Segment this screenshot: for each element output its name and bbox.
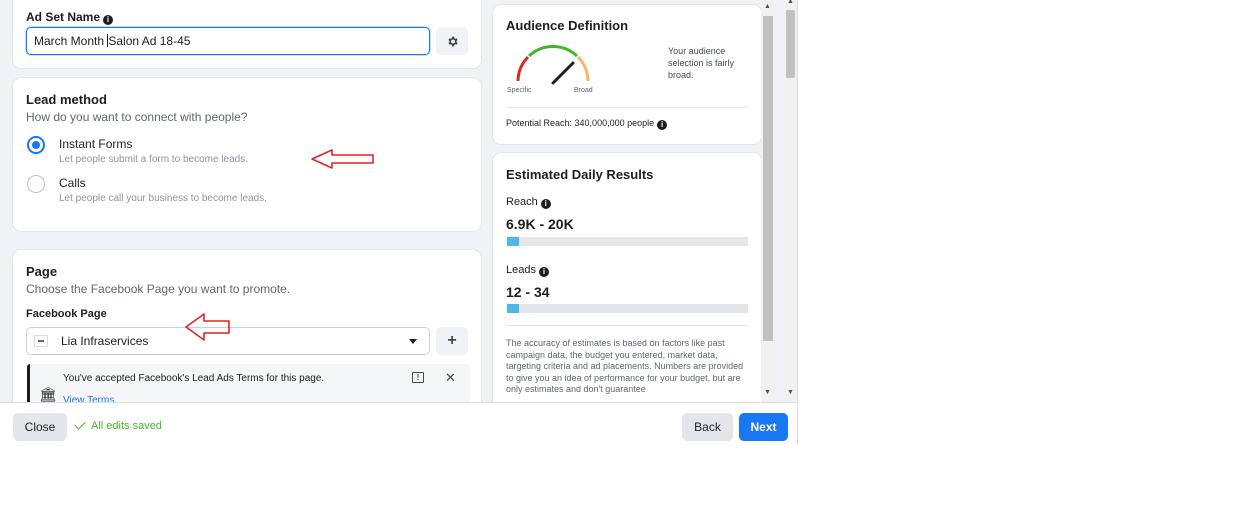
panel-scroll-thumb[interactable] bbox=[763, 16, 773, 341]
ad-set-editor: Ad Set Name i March Month Salon Ad 18-45 … bbox=[0, 0, 798, 444]
footer-bar: Close All edits saved Back Next bbox=[0, 402, 797, 444]
info-icon[interactable]: i bbox=[657, 120, 668, 130]
lead-method-card: Lead method How do you want to connect w… bbox=[13, 78, 481, 231]
add-page-button[interactable]: + bbox=[436, 327, 468, 355]
audience-title: Audience Definition bbox=[506, 18, 629, 33]
reach-label: Reach i bbox=[506, 196, 551, 209]
plus-icon: + bbox=[447, 332, 457, 349]
estimates-disclaimer: The accuracy of estimates is based on fa… bbox=[506, 338, 744, 394]
leads-label: Leads i bbox=[506, 264, 549, 277]
page-title: Page bbox=[26, 264, 58, 279]
page-avatar bbox=[34, 335, 48, 347]
info-icon[interactable]: i bbox=[538, 267, 549, 277]
close-button[interactable]: Close bbox=[13, 413, 67, 441]
audience-gauge bbox=[516, 45, 590, 85]
page-scrollbar[interactable]: ▲ ▼ bbox=[784, 0, 797, 402]
audience-definition-card: Audience Definition Specific Broad Your … bbox=[493, 5, 761, 144]
ad-set-name-label: Ad Set Name i bbox=[26, 8, 114, 26]
caret-down-icon bbox=[409, 339, 417, 344]
lead-method-subtitle: How do you want to connect with people? bbox=[26, 110, 248, 124]
estimates-divider bbox=[506, 325, 748, 326]
gauge-broad-label: Broad bbox=[574, 87, 593, 94]
audience-description: Your audience selection is fairly broad. bbox=[668, 46, 735, 80]
bank-icon: 🏛 bbox=[39, 386, 57, 402]
info-icon[interactable]: i bbox=[540, 199, 551, 209]
next-button[interactable]: Next bbox=[739, 413, 788, 441]
notice-text: You've accepted Facebook's Lead Ads Term… bbox=[63, 373, 325, 384]
reach-value: 6.9K - 20K bbox=[506, 216, 574, 232]
close-icon[interactable]: ✕ bbox=[445, 370, 456, 386]
gear-icon bbox=[447, 36, 458, 46]
reach-bar bbox=[507, 237, 748, 246]
feedback-icon[interactable]: ! bbox=[412, 372, 424, 383]
leads-value: 12 - 34 bbox=[506, 284, 550, 300]
scroll-down-arrow[interactable]: ▼ bbox=[764, 389, 771, 396]
page-scroll-thumb[interactable] bbox=[786, 10, 795, 78]
radio-button[interactable] bbox=[27, 175, 45, 193]
selected-page-name: Lia Infraservices bbox=[61, 334, 149, 348]
scroll-up-arrow[interactable]: ▲ bbox=[764, 3, 771, 10]
panel-scrollbar[interactable]: ▲ ▼ bbox=[761, 0, 775, 402]
ad-set-name-card: Ad Set Name i March Month Salon Ad 18-45 bbox=[13, 0, 481, 68]
info-icon[interactable]: i bbox=[103, 15, 114, 25]
scroll-down-arrow[interactable]: ▼ bbox=[787, 389, 794, 396]
leads-bar-fill bbox=[507, 304, 520, 313]
page-card: Page Choose the Facebook Page you want t… bbox=[13, 250, 481, 424]
page-subtitle: Choose the Facebook Page you want to pro… bbox=[26, 282, 291, 296]
back-button[interactable]: Back bbox=[682, 413, 733, 441]
lead-method-title: Lead method bbox=[26, 92, 107, 107]
checkmark-icon bbox=[74, 418, 86, 430]
estimated-daily-results-card: Estimated Daily Results Reach i 6.9K - 20… bbox=[493, 153, 761, 413]
radio-button-selected[interactable] bbox=[27, 136, 45, 154]
gauge-divider bbox=[506, 107, 748, 108]
gauge-specific-label: Specific bbox=[507, 87, 532, 94]
annotation-arrow bbox=[185, 313, 230, 341]
leads-bar bbox=[507, 304, 748, 313]
settings-button[interactable] bbox=[436, 27, 468, 55]
facebook-page-label: Facebook Page bbox=[26, 308, 107, 320]
estimates-title: Estimated Daily Results bbox=[506, 167, 654, 182]
potential-reach: Potential Reach: 340,000,000 people i bbox=[506, 118, 668, 130]
reach-bar-fill bbox=[507, 237, 520, 246]
ad-set-name-input[interactable]: March Month Salon Ad 18-45 bbox=[26, 27, 430, 55]
scroll-up-arrow[interactable]: ▲ bbox=[787, 0, 794, 5]
annotation-arrow bbox=[311, 149, 374, 169]
save-status: All edits saved bbox=[74, 418, 162, 432]
